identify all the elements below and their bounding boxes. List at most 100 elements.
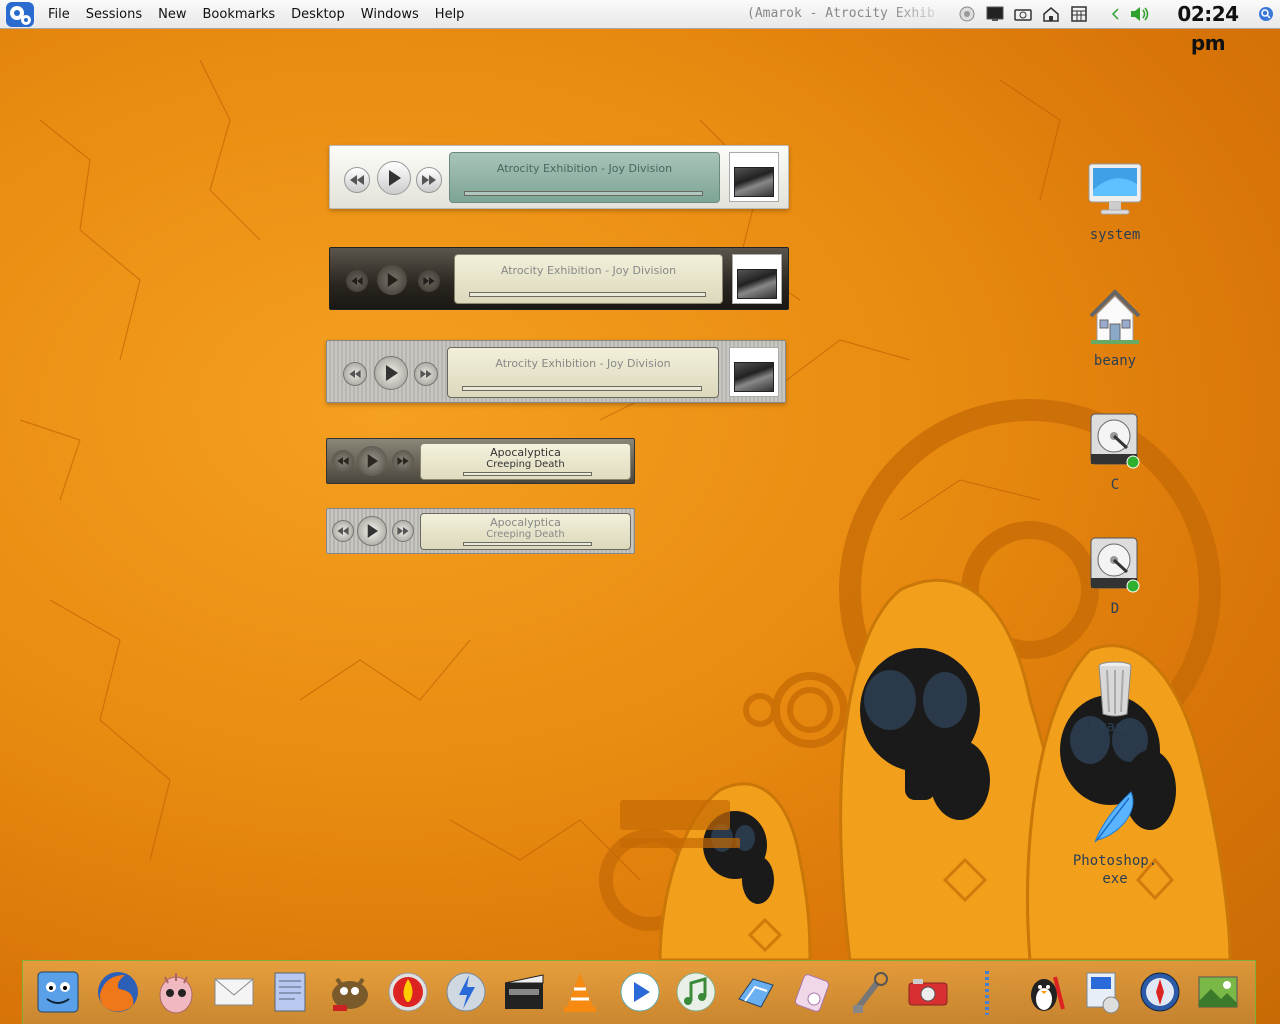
progress-bar[interactable] <box>462 386 702 391</box>
previous-button[interactable] <box>332 450 354 472</box>
amarok-player-metal[interactable]: Atrocity Exhibition - Joy Division <box>326 340 786 403</box>
compass-icon[interactable] <box>1135 967 1185 1017</box>
home-folder-icon <box>1089 289 1141 344</box>
next-button[interactable] <box>418 270 440 292</box>
desktop-icon-trash[interactable]: trash: <box>1065 660 1165 736</box>
rewind-icon <box>350 175 364 185</box>
finder-icon[interactable] <box>33 967 83 1017</box>
tray-volume-icon[interactable] <box>1128 4 1152 24</box>
menu-windows[interactable]: Windows <box>353 0 427 29</box>
track-name: Creeping Death <box>486 459 565 470</box>
menu-sessions[interactable]: Sessions <box>78 0 150 29</box>
hard-drive-icon <box>1090 413 1140 469</box>
amarok-player-mini-metal[interactable]: Apocalyptica Creeping Death <box>326 508 635 554</box>
progress-bar[interactable] <box>464 191 703 196</box>
clock[interactable]: 02:24 pm <box>1160 0 1256 55</box>
vlc-icon[interactable] <box>555 967 605 1017</box>
album-art <box>732 254 782 304</box>
rewind-icon <box>349 370 361 378</box>
firefox-icon[interactable] <box>93 967 143 1017</box>
hard-drive-icon <box>1090 537 1140 593</box>
play-icon <box>387 273 398 287</box>
kde-logo-icon <box>6 1 34 27</box>
play-button[interactable] <box>357 516 387 546</box>
amarok-player-light[interactable]: Atrocity Exhibition - Joy Division <box>329 145 789 209</box>
track-display: Apocalyptica Creeping Death <box>420 513 631 550</box>
camera-icon[interactable] <box>903 967 953 1017</box>
rewind-icon <box>351 277 363 285</box>
track-display: Atrocity Exhibition - Joy Division <box>449 152 720 203</box>
computer-icon <box>1088 163 1142 215</box>
track-title: Atrocity Exhibition - Joy Division <box>495 357 671 370</box>
kde-menu-button[interactable] <box>0 0 40 29</box>
desktop-icon-label: trash: <box>1089 719 1141 735</box>
play-icon <box>367 524 378 538</box>
desktop-icon-photoshop[interactable]: Photoshop. exe <box>1065 786 1165 888</box>
alien-icon[interactable] <box>151 967 201 1017</box>
rewind-icon <box>337 457 349 465</box>
dock <box>22 960 1256 1024</box>
desktop-icon-label: beany <box>1093 353 1137 369</box>
rewind-icon <box>337 527 349 535</box>
usb-icon[interactable] <box>845 967 895 1017</box>
fast-forward-icon <box>422 175 436 185</box>
progress-bar[interactable] <box>463 472 592 476</box>
itunes-icon[interactable] <box>671 967 721 1017</box>
file-manager-icon[interactable] <box>731 967 781 1017</box>
next-button[interactable] <box>392 520 414 542</box>
play-button[interactable] <box>374 356 408 390</box>
play-button[interactable] <box>377 265 407 295</box>
fast-forward-icon <box>397 527 409 535</box>
previous-button[interactable] <box>344 167 370 193</box>
gimp-icon[interactable] <box>325 967 375 1017</box>
tray-calculator-icon[interactable] <box>1069 4 1089 24</box>
burner-icon[interactable] <box>383 967 433 1017</box>
next-button[interactable] <box>414 362 438 386</box>
desktop-icon-beany[interactable]: beany <box>1065 286 1165 370</box>
play-button[interactable] <box>377 161 411 195</box>
video-editor-icon[interactable] <box>499 967 549 1017</box>
tray-search-icon[interactable] <box>1257 4 1275 24</box>
installer-icon[interactable] <box>1077 967 1127 1017</box>
tray-home-icon[interactable] <box>1041 4 1061 24</box>
tray-network-icon[interactable] <box>956 4 978 24</box>
next-button[interactable] <box>416 167 442 193</box>
ipod-icon[interactable] <box>787 967 837 1017</box>
desktop-icon-system[interactable]: system <box>1065 160 1165 244</box>
linux-penguin-icon[interactable] <box>1021 967 1071 1017</box>
amarok-player-dark[interactable]: Atrocity Exhibition - Joy Division <box>329 247 789 310</box>
tray-camera-icon[interactable] <box>1013 4 1033 24</box>
desktop-icon-label: Photoshop. exe <box>1072 853 1158 887</box>
amarok-player-mini-dark[interactable]: Apocalyptica Creeping Death <box>326 438 635 484</box>
previous-button[interactable] <box>332 520 354 542</box>
mail-icon[interactable] <box>209 967 259 1017</box>
media-player-icon[interactable] <box>615 967 665 1017</box>
image-viewer-icon[interactable] <box>1193 967 1243 1017</box>
next-button[interactable] <box>392 450 414 472</box>
menu-bookmarks[interactable]: Bookmarks <box>195 0 284 29</box>
track-display: Atrocity Exhibition - Joy Division <box>454 254 723 304</box>
progress-bar[interactable] <box>463 542 592 546</box>
previous-button[interactable] <box>343 362 367 386</box>
menu-help[interactable]: Help <box>427 0 473 29</box>
desktop-icon-d[interactable]: D <box>1065 534 1165 618</box>
dock-separator <box>985 971 989 1015</box>
track-title: Atrocity Exhibition - Joy Division <box>496 162 673 175</box>
progress-bar[interactable] <box>469 292 706 297</box>
track-artist: Apocalyptica <box>490 446 561 459</box>
play-icon <box>386 365 398 381</box>
desktop-icon-c[interactable]: C <box>1065 410 1165 494</box>
fast-forward-icon <box>397 457 409 465</box>
play-icon <box>367 454 378 468</box>
play-button[interactable] <box>357 446 387 476</box>
menu-new[interactable]: New <box>150 0 194 29</box>
taskbar-window-amarok[interactable]: (Amarok - Atrocity Exhib <box>747 0 952 29</box>
notes-icon[interactable] <box>265 967 315 1017</box>
tray-arrow-left-icon[interactable] <box>1108 4 1122 24</box>
menu-desktop[interactable]: Desktop <box>283 0 353 29</box>
tray-terminal-icon[interactable] <box>985 4 1005 24</box>
dashboard-icon[interactable] <box>441 967 491 1017</box>
menu-file[interactable]: File <box>40 0 78 29</box>
desktop-icon-label: C <box>1110 477 1120 493</box>
previous-button[interactable] <box>346 270 368 292</box>
